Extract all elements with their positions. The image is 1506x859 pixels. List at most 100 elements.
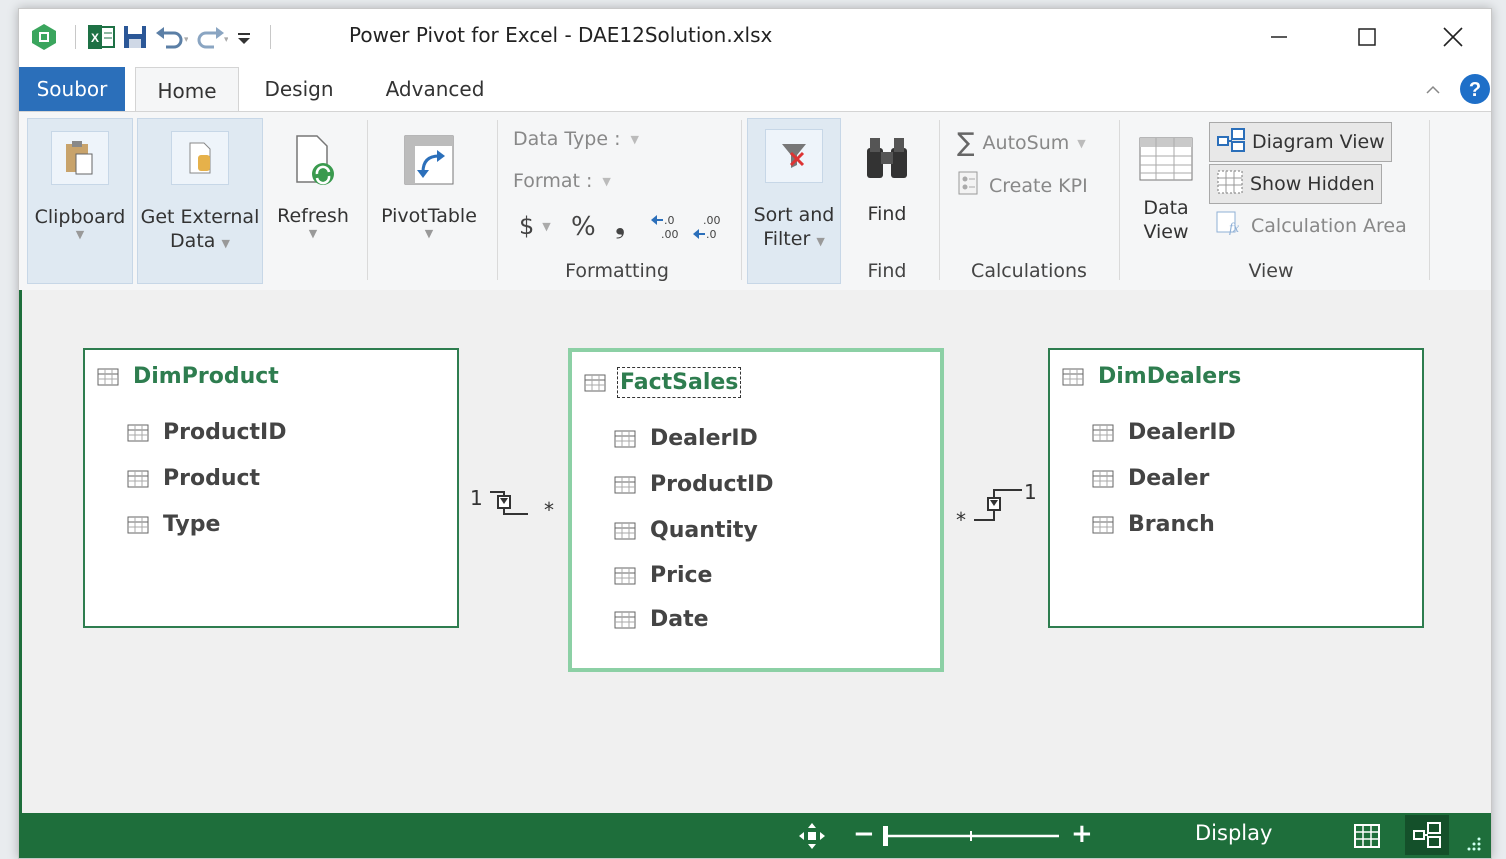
- increase-decimal-icon[interactable]: .0.00: [649, 212, 683, 242]
- format-dropdown[interactable]: Format : ▼: [513, 170, 611, 192]
- column-item[interactable]: Branch: [1092, 512, 1215, 537]
- autosum-button[interactable]: ∑ AutoSum ▼: [957, 128, 1086, 158]
- sort-filter-label-1: Sort and: [753, 204, 835, 226]
- undo-icon[interactable]: ▾: [154, 22, 188, 52]
- column-item[interactable]: DealerID: [614, 426, 758, 451]
- relationship-connector[interactable]: [488, 486, 548, 520]
- column-item[interactable]: Price: [614, 563, 712, 588]
- show-hidden-button[interactable]: Show Hidden: [1209, 164, 1382, 204]
- column-item[interactable]: Dealer: [1092, 466, 1209, 491]
- diagram-view-button[interactable]: Diagram View: [1209, 122, 1392, 162]
- svg-text:X: X: [91, 31, 99, 45]
- collapse-ribbon-icon[interactable]: [1423, 77, 1443, 101]
- table-name: FactSales: [616, 367, 742, 398]
- zoom-out-button[interactable]: −: [853, 819, 875, 849]
- data-view-icon: [1138, 136, 1194, 182]
- svg-text:fx: fx: [1229, 221, 1240, 236]
- redo-icon[interactable]: ▾: [194, 22, 228, 52]
- table-factsales[interactable]: FactSales DealerID ProductID Quantity Pr…: [568, 348, 944, 672]
- clipboard-button[interactable]: Clipboard ▼: [27, 118, 133, 284]
- column-item[interactable]: Date: [614, 607, 709, 632]
- find-button[interactable]: Find: [845, 118, 929, 248]
- minimize-button[interactable]: [1249, 15, 1309, 59]
- currency-format-button[interactable]: $ ▼: [519, 212, 551, 240]
- kpi-icon: [957, 170, 979, 201]
- refresh-button[interactable]: Refresh ▼: [267, 118, 359, 282]
- pivottable-label: PivotTable: [381, 205, 477, 227]
- column-icon: [614, 430, 636, 447]
- clipboard-label: Clipboard: [34, 206, 126, 228]
- column-icon: [1092, 516, 1114, 533]
- data-type-dropdown[interactable]: Data Type : ▼: [513, 128, 639, 150]
- find-label: Find: [867, 203, 907, 225]
- pivottable-icon: [401, 132, 457, 188]
- calculations-group-label: Calculations: [971, 260, 1087, 282]
- column-item[interactable]: Quantity: [614, 518, 758, 543]
- column-item[interactable]: ProductID: [127, 420, 287, 445]
- svg-text:▾: ▾: [184, 35, 188, 45]
- sort-filter-button[interactable]: Sort and Filter ▼: [747, 118, 841, 284]
- data-view-label-1: Data: [1143, 197, 1189, 219]
- tab-home[interactable]: Home: [135, 67, 239, 113]
- decrease-decimal-icon[interactable]: .00.0: [691, 212, 725, 242]
- column-icon: [614, 522, 636, 539]
- diagram-canvas[interactable]: DimProduct ProductID Product Type 1 * Fa…: [19, 290, 1491, 813]
- close-button[interactable]: [1423, 15, 1483, 59]
- table-header[interactable]: FactSales: [584, 367, 742, 398]
- relationship-one-marker: 1: [470, 486, 483, 510]
- sigma-icon: ∑: [957, 128, 975, 158]
- tab-design[interactable]: Design: [251, 67, 347, 111]
- column-icon: [127, 424, 149, 441]
- show-hidden-icon: [1216, 169, 1244, 200]
- diagram-view-icon: [1216, 127, 1246, 158]
- save-icon[interactable]: [122, 22, 148, 52]
- column-icon: [127, 470, 149, 487]
- refresh-icon: [285, 132, 341, 188]
- zoom-in-button[interactable]: +: [1071, 819, 1093, 849]
- customize-qat-icon[interactable]: [234, 22, 254, 52]
- power-pivot-logo-icon[interactable]: [29, 22, 59, 52]
- sort-filter-icon: [765, 129, 823, 183]
- percent-format-button[interactable]: %: [571, 212, 596, 242]
- display-label: Display: [1195, 821, 1273, 845]
- column-item[interactable]: DealerID: [1092, 420, 1236, 445]
- binoculars-icon: [859, 132, 915, 184]
- power-pivot-window: X ▾ ▾ Power Pivot for Excel - DAE12Solut…: [18, 8, 1492, 859]
- pivottable-button[interactable]: PivotTable ▼: [373, 118, 485, 282]
- maximize-button[interactable]: [1337, 15, 1397, 59]
- comma-format-button[interactable]: ❟: [615, 210, 625, 241]
- column-icon: [614, 611, 636, 628]
- relationship-many-marker: *: [956, 508, 966, 532]
- title-bar: X ▾ ▾ Power Pivot for Excel - DAE12Solut…: [19, 9, 1491, 67]
- column-icon: [614, 476, 636, 493]
- get-external-data-label-1: Get External: [140, 206, 260, 228]
- table-header[interactable]: DimProduct: [97, 364, 279, 389]
- table-dimdealers[interactable]: DimDealers DealerID Dealer Branch: [1048, 348, 1424, 628]
- calculation-area-button[interactable]: fx Calculation Area: [1215, 210, 1407, 241]
- column-item[interactable]: Type: [127, 512, 220, 537]
- get-external-data-button[interactable]: Get External Data ▼: [137, 118, 263, 284]
- create-kpi-button[interactable]: Create KPI: [957, 170, 1088, 201]
- tab-file[interactable]: Soubor: [19, 67, 125, 111]
- excel-switch-icon[interactable]: X: [86, 22, 116, 52]
- resize-grip-icon[interactable]: [1463, 833, 1483, 853]
- get-external-data-label-2: Data ▼: [170, 230, 230, 252]
- column-item[interactable]: Product: [127, 466, 260, 491]
- data-view-button[interactable]: Data View: [1129, 118, 1203, 248]
- fit-to-screen-icon[interactable]: [795, 821, 829, 851]
- svg-text:▾: ▾: [224, 35, 228, 45]
- table-dimproduct[interactable]: DimProduct ProductID Product Type: [83, 348, 459, 628]
- diagram-view-toggle-icon[interactable]: [1405, 815, 1449, 855]
- window-title: Power Pivot for Excel - DAE12Solution.xl…: [349, 23, 773, 47]
- column-icon: [1092, 470, 1114, 487]
- help-icon[interactable]: ?: [1459, 73, 1491, 105]
- relationship-connector[interactable]: [972, 482, 1026, 526]
- view-group-label: View: [1248, 260, 1294, 282]
- tab-advanced[interactable]: Advanced: [375, 67, 495, 111]
- refresh-label: Refresh: [277, 205, 349, 227]
- column-item[interactable]: ProductID: [614, 472, 774, 497]
- formatting-group-label: Formatting: [565, 260, 669, 282]
- table-header[interactable]: DimDealers: [1062, 364, 1241, 389]
- grid-view-icon[interactable]: [1353, 823, 1381, 849]
- zoom-slider[interactable]: [879, 825, 1065, 847]
